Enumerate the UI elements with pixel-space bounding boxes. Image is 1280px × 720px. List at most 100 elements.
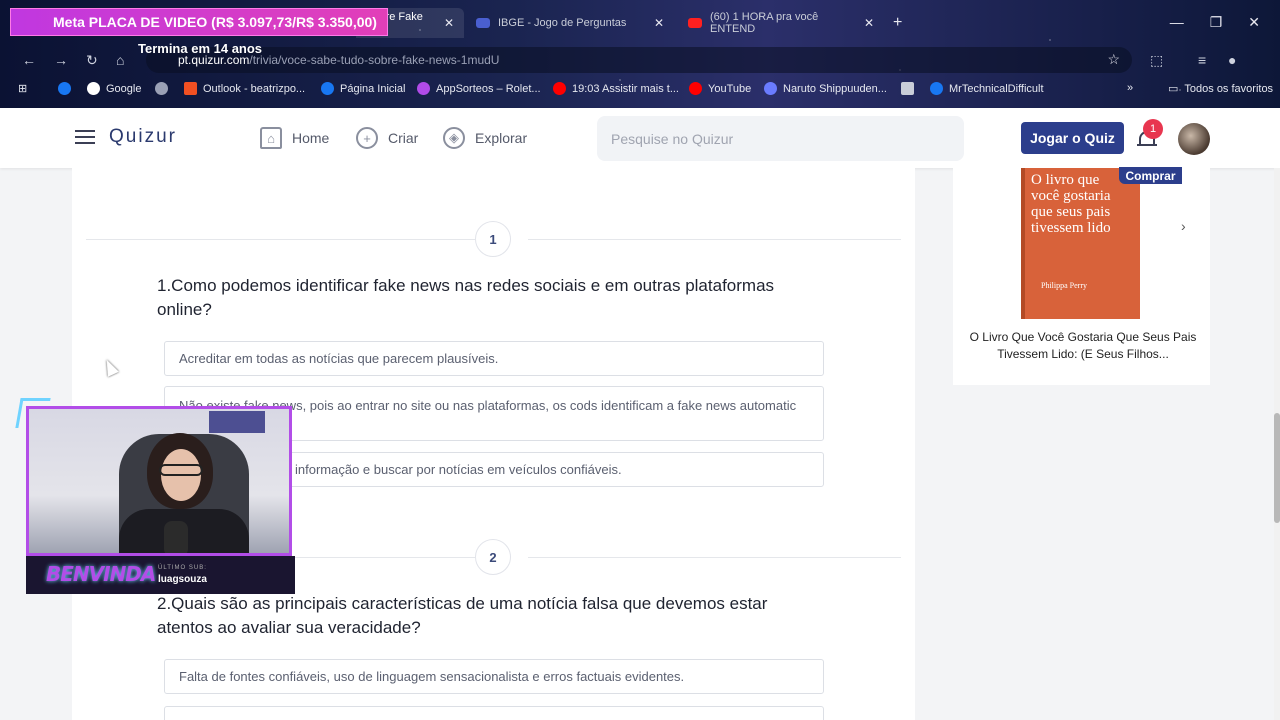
question-text: 1.Como podemos identificar fake news nas…: [157, 276, 775, 319]
extensions-icon[interactable]: ⬚: [1150, 52, 1163, 69]
notification-badge: 1: [1143, 119, 1163, 139]
facebook-icon: [930, 82, 943, 95]
play-quiz-button[interactable]: Jogar o Quiz: [1021, 122, 1124, 154]
minimize-icon[interactable]: —: [1170, 14, 1184, 31]
last-sub-user: luagsouza: [158, 574, 207, 585]
bookmark-appsorteos[interactable]: AppSorteos – Rolet...: [417, 82, 541, 95]
stream-logo: BENVINDA: [46, 562, 156, 586]
bookmark-label: Naruto Shippuuden...: [783, 82, 887, 95]
appsorteos-icon: [417, 82, 430, 95]
answer-option[interactable]: Acreditar em todas as notícias que parec…: [164, 341, 824, 376]
tab-title: (60) 1 HORA pra você ENTEND: [710, 11, 819, 35]
home-icon[interactable]: ⌂: [116, 52, 124, 68]
bookmark-label: MrTechnicalDifficult: [949, 82, 1044, 95]
ad-caption[interactable]: O Livro Que Você Gostaria Que Seus Pais …: [963, 329, 1203, 363]
close-window-icon[interactable]: ✕: [1248, 14, 1260, 31]
last-sub-label: ÚLTIMO SUB:: [158, 565, 207, 571]
bookmark-label: Google: [106, 82, 142, 95]
nav-create[interactable]: + Criar: [356, 127, 418, 149]
chevron-right-icon[interactable]: »: [1127, 82, 1133, 94]
address-bar[interactable]: pt.quizur.com/trivia/voce-sabe-tudo-sobr…: [146, 47, 1132, 73]
webcam-bar: BENVINDA ÚLTIMO SUB: luagsouza: [26, 556, 295, 594]
bookmark-mrtechnical[interactable]: MrTechnicalDifficult: [930, 82, 1044, 95]
media-icon[interactable]: ≡: [1198, 52, 1206, 68]
webcam-video: [26, 406, 292, 556]
youtube-icon: [553, 82, 566, 95]
restore-icon[interactable]: ❐: [1210, 14, 1223, 31]
house-icon: ⌂: [260, 127, 282, 149]
site-logo[interactable]: Quizur: [109, 126, 177, 148]
bookmark-outlook[interactable]: Outlook - beatrizpo...: [184, 82, 305, 95]
window-controls: — ❐ ✕: [1170, 14, 1280, 31]
profile-icon[interactable]: ●: [1228, 52, 1236, 68]
tab-youtube[interactable]: (60) 1 HORA pra você ENTEND ✕: [678, 8, 884, 38]
bookmark-assistir[interactable]: 19:03 Assistir mais t...: [553, 82, 679, 95]
bookmark-youtube[interactable]: YouTube: [689, 82, 751, 95]
question-number: 1: [475, 221, 511, 257]
microsoft-icon: [184, 82, 197, 95]
all-bookmarks[interactable]: ▭ Todos os favoritos: [1168, 82, 1274, 96]
buy-button[interactable]: Comprar: [1119, 167, 1182, 184]
site-header: Quizur ⌂ Home + Criar ◈ Explorar Jogar o…: [0, 108, 1280, 168]
answer-option[interactable]: [164, 706, 824, 720]
webcam-overlay: BENVINDA ÚLTIMO SUB: luagsouza: [15, 398, 295, 594]
bookmark-label: Outlook - beatrizpo...: [203, 82, 306, 95]
chevron-right-icon[interactable]: ›: [1181, 218, 1186, 234]
book-cover-author: Philippa Perry: [1041, 281, 1087, 290]
question-text: 2.Quais são as principais característica…: [157, 594, 768, 637]
url-path: /trivia/voce-sabe-tudo-sobre-fake-news-1…: [249, 53, 500, 67]
tab-title: IBGE - Jogo de Perguntas: [498, 17, 627, 29]
book-cover[interactable]: O livro que você gostaria que seus pais …: [1021, 168, 1140, 319]
nav-explore[interactable]: ◈ Explorar: [443, 127, 527, 149]
reload-icon[interactable]: ↻: [86, 52, 98, 69]
globe-bookmark-icon[interactable]: [155, 82, 168, 95]
forward-icon[interactable]: →: [54, 52, 68, 68]
nav-home[interactable]: ⌂ Home: [260, 127, 329, 149]
facebook-icon: [321, 82, 334, 95]
nav-create-label: Criar: [388, 130, 419, 146]
bookmark-label: 19:03 Assistir mais t...: [572, 82, 679, 95]
close-icon[interactable]: ✕: [444, 16, 454, 30]
plus-circle-icon: +: [356, 127, 378, 149]
close-icon[interactable]: ✕: [864, 16, 874, 30]
menu-icon[interactable]: [75, 130, 95, 144]
divider: [86, 239, 475, 240]
bookmark-google[interactable]: Google: [87, 82, 141, 95]
google-icon: [87, 82, 100, 95]
bookmark-extra[interactable]: [901, 82, 914, 95]
page-icon: [901, 82, 914, 95]
search-input[interactable]: [597, 116, 964, 161]
book-spine: [1021, 168, 1025, 319]
bookmark-star-icon[interactable]: ☆: [1107, 51, 1120, 68]
tab-favicon-icon: [476, 18, 490, 28]
stream-goal-subtitle: Termina em 14 anos: [138, 41, 263, 56]
nav-home-label: Home: [292, 130, 330, 146]
answer-option[interactable]: Falta de fontes confiáveis, uso de lingu…: [164, 659, 824, 694]
stream-goal-banner: Meta PLACA DE VIDEO (R$ 3.097,73/R$ 3.35…: [10, 8, 388, 36]
bookmark-label: Todos os favoritos: [1184, 82, 1274, 95]
avatar[interactable]: [1178, 123, 1210, 155]
bookmark-naruto[interactable]: Naruto Shippuuden...: [764, 82, 887, 95]
facebook-bookmark-icon[interactable]: [58, 82, 71, 95]
divider: [528, 557, 901, 558]
back-icon[interactable]: ←: [22, 52, 36, 68]
scrollbar[interactable]: [1274, 168, 1280, 720]
youtube-icon: [689, 82, 702, 95]
bookmarks-bar: ⊞ Google Outlook - beatrizpo... Página I…: [0, 80, 1280, 102]
scroll-thumb[interactable]: [1274, 413, 1280, 523]
bookmark-label: Página Inicial: [340, 82, 406, 95]
nav-explore-label: Explorar: [475, 130, 528, 146]
folder-icon: ▭: [1168, 83, 1179, 95]
question-number: 2: [475, 539, 511, 575]
tab-ibge[interactable]: IBGE - Jogo de Perguntas ✕: [466, 8, 674, 38]
apps-icon[interactable]: ⊞: [18, 82, 27, 95]
naruto-icon: [764, 82, 777, 95]
bookmark-pagina-inicial[interactable]: Página Inicial: [321, 82, 405, 95]
youtube-icon: [688, 18, 702, 28]
bookmark-label: YouTube: [708, 82, 752, 95]
compass-icon: ◈: [443, 127, 465, 149]
book-cover-title: O livro que você gostaria que seus pais …: [1031, 172, 1111, 236]
bookmark-label: AppSorteos – Rolet...: [436, 82, 541, 95]
close-icon[interactable]: ✕: [654, 16, 664, 30]
new-tab-button[interactable]: +: [893, 14, 902, 32]
